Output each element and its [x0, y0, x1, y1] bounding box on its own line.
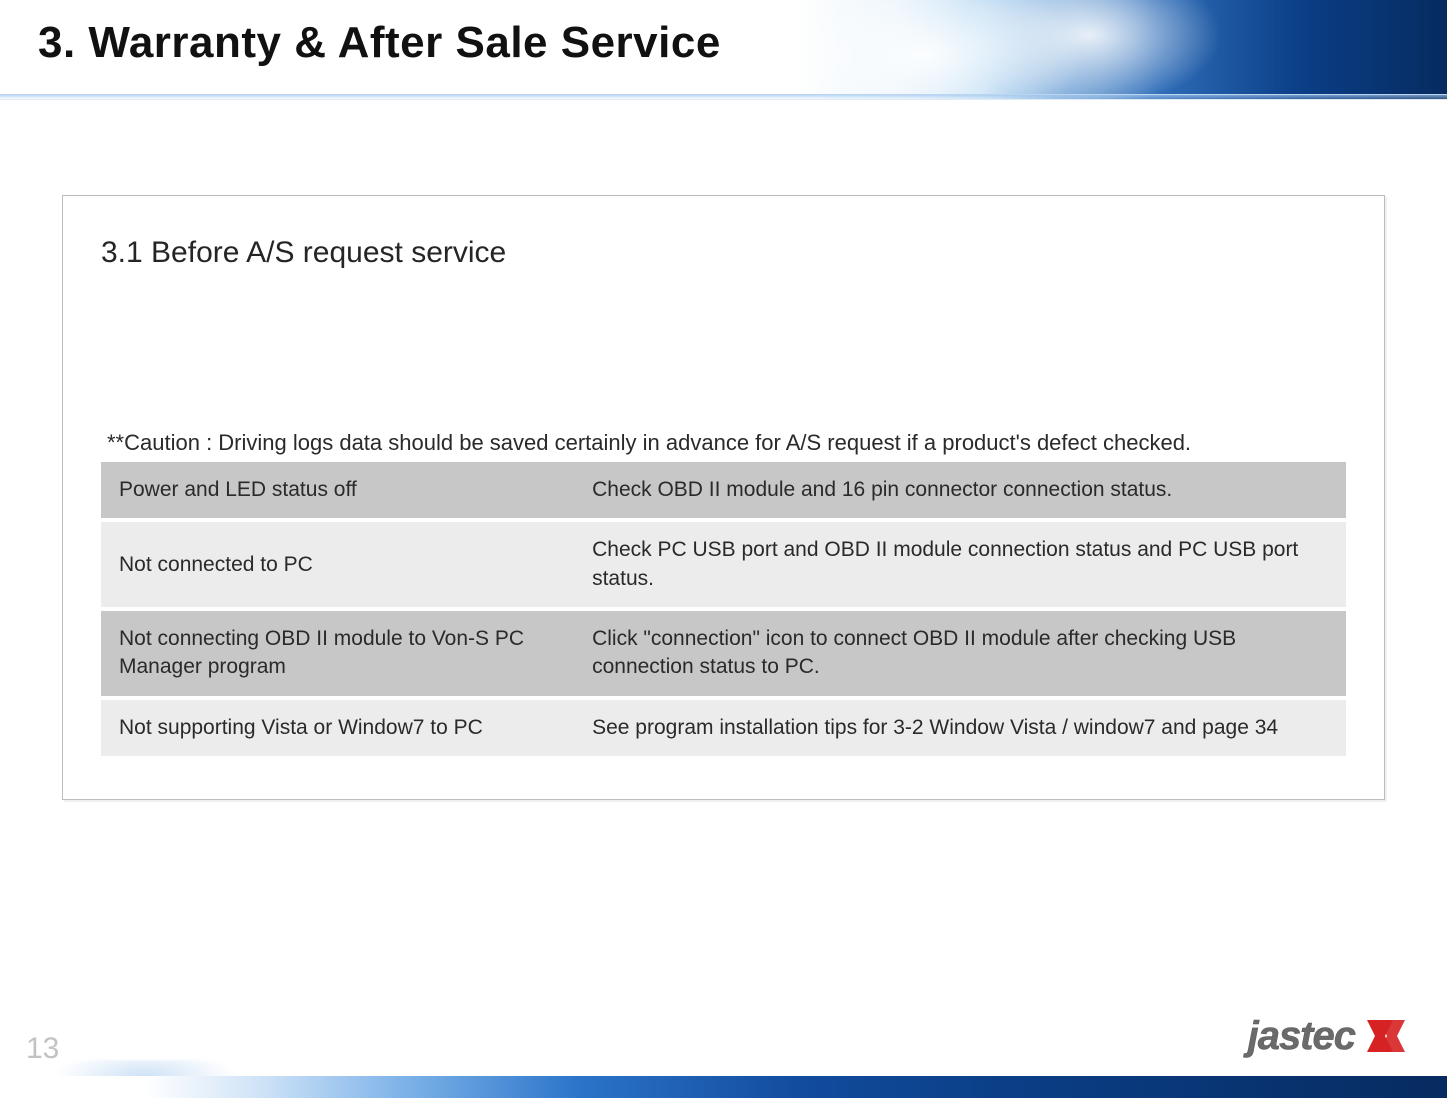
section-heading: 3.1 Before A/S request service: [101, 236, 1346, 270]
action-cell: Check OBD II module and 16 pin connector…: [574, 462, 1346, 520]
table-row: Not supporting Vista or Window7 to PCSee…: [101, 698, 1346, 758]
banner-underline: [0, 94, 1447, 100]
caution-note: **Caution : Driving logs data should be …: [107, 430, 1346, 456]
issue-cell: Not connecting OBD II module to Von-S PC…: [101, 609, 574, 698]
issue-cell: Not connected to PC: [101, 520, 574, 609]
footer-bar: [0, 1076, 1447, 1098]
issue-cell: Power and LED status off: [101, 462, 574, 520]
brand-logo-text: jastec: [1248, 1014, 1355, 1059]
troubleshooting-table: Power and LED status offCheck OBD II mod…: [101, 462, 1346, 760]
page-title: 3. Warranty & After Sale Service: [38, 18, 721, 68]
banner-clouds: [796, 0, 1447, 100]
table-row: Not connected to PCCheck PC USB port and…: [101, 520, 1346, 609]
table-row: Not connecting OBD II module to Von-S PC…: [101, 609, 1346, 698]
issue-cell: Not supporting Vista or Window7 to PC: [101, 698, 574, 758]
table-row: Power and LED status offCheck OBD II mod…: [101, 462, 1346, 520]
action-cell: Click "connection" icon to connect OBD I…: [574, 609, 1346, 698]
content-box: 3.1 Before A/S request service **Caution…: [62, 195, 1385, 800]
action-cell: See program installation tips for 3-2 Wi…: [574, 698, 1346, 758]
brand-mark-icon: [1361, 1012, 1409, 1060]
action-cell: Check PC USB port and OBD II module conn…: [574, 520, 1346, 609]
brand-logo: jastec: [1248, 1012, 1409, 1060]
